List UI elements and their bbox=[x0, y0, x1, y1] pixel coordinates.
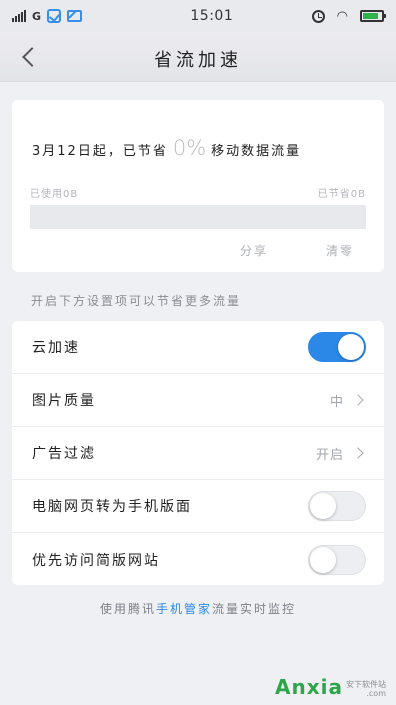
mobile-layout-toggle[interactable] bbox=[308, 491, 366, 521]
saved-data-label: 已节省0B bbox=[317, 189, 366, 200]
setting-value: 开启 bbox=[316, 444, 366, 463]
setting-mobile-layout[interactable]: 电脑网页转为手机版面 bbox=[12, 480, 384, 533]
footer-text-after: 流量实时监控 bbox=[212, 602, 297, 616]
page-title: 省流加速 bbox=[154, 50, 242, 71]
setting-label: 广告过滤 bbox=[32, 446, 96, 462]
wifi-icon: ◠ bbox=[336, 8, 348, 24]
usage-progress-bar bbox=[30, 205, 366, 229]
section-hint: 开启下方设置项可以节省更多流量 bbox=[31, 294, 242, 308]
watermark-sub: 安下软件站 .com bbox=[346, 680, 386, 699]
lite-sites-toggle[interactable] bbox=[308, 544, 366, 575]
status-bar: G 15:01 ◠ bbox=[0, 0, 396, 32]
phone-manager-link[interactable]: 手机管家 bbox=[156, 602, 212, 616]
footer-text-before: 使用腾讯 bbox=[99, 602, 156, 616]
image-notification-icon bbox=[67, 10, 83, 22]
setting-value: 中 bbox=[330, 391, 366, 410]
savings-summary-card: 3月12日起，已节省 0% 移动数据流量 已使用0B 已节省0B 分享 清零 bbox=[12, 100, 384, 272]
setting-cloud-acceleration[interactable]: 云加速 bbox=[12, 321, 384, 374]
chevron-right-icon bbox=[352, 394, 364, 406]
setting-image-quality[interactable]: 图片质量 中 bbox=[12, 374, 384, 427]
watermark-logo: Anxia 安下软件站 .com bbox=[275, 675, 386, 699]
settings-list: 云加速 图片质量 中 广告过滤 开启 电脑网页转为手机版面 优先访问简版网站 bbox=[12, 321, 384, 585]
setting-label: 图片质量 bbox=[32, 393, 96, 409]
chevron-right-icon bbox=[352, 447, 364, 459]
setting-label: 电脑网页转为手机版面 bbox=[32, 499, 192, 515]
status-time: 15:01 bbox=[190, 8, 234, 24]
summary-actions: 分享 清零 bbox=[240, 242, 354, 259]
ad-filter-value: 开启 bbox=[315, 447, 344, 463]
usage-labels: 已使用0B 已节省0B bbox=[30, 185, 366, 200]
watermark-brand: Anxia bbox=[275, 675, 343, 699]
share-button[interactable]: 分享 bbox=[240, 242, 268, 259]
network-type: G bbox=[32, 9, 42, 23]
watermark-subtitle: 安下软件站 bbox=[346, 679, 386, 689]
setting-ad-filter[interactable]: 广告过滤 开启 bbox=[12, 427, 384, 480]
setting-lite-sites[interactable]: 优先访问简版网站 bbox=[12, 533, 384, 585]
savings-summary-text: 3月12日起，已节省 0% 移动数据流量 bbox=[32, 136, 364, 160]
clear-button[interactable]: 清零 bbox=[326, 242, 354, 259]
image-quality-value: 中 bbox=[329, 394, 344, 410]
watermark-domain: .com bbox=[366, 689, 386, 699]
setting-label: 优先访问简版网站 bbox=[32, 552, 160, 569]
setting-label: 云加速 bbox=[32, 340, 80, 356]
alarm-icon bbox=[311, 9, 325, 23]
summary-suffix: 移动数据流量 bbox=[211, 144, 302, 159]
signal-icon bbox=[12, 10, 26, 22]
cloud-acceleration-toggle[interactable] bbox=[308, 332, 366, 362]
security-notification-icon bbox=[47, 9, 62, 23]
footer-note: 使用腾讯手机管家流量实时监控 bbox=[0, 600, 396, 617]
battery-icon bbox=[360, 10, 386, 22]
status-right: ◠ bbox=[311, 8, 386, 24]
saved-percentage: 0% bbox=[172, 136, 207, 160]
summary-prefix: 3月12日起，已节省 bbox=[32, 144, 168, 159]
used-data-label: 已使用0B bbox=[30, 189, 79, 200]
app-header: 省流加速 bbox=[0, 32, 396, 82]
status-left: G bbox=[12, 9, 152, 23]
